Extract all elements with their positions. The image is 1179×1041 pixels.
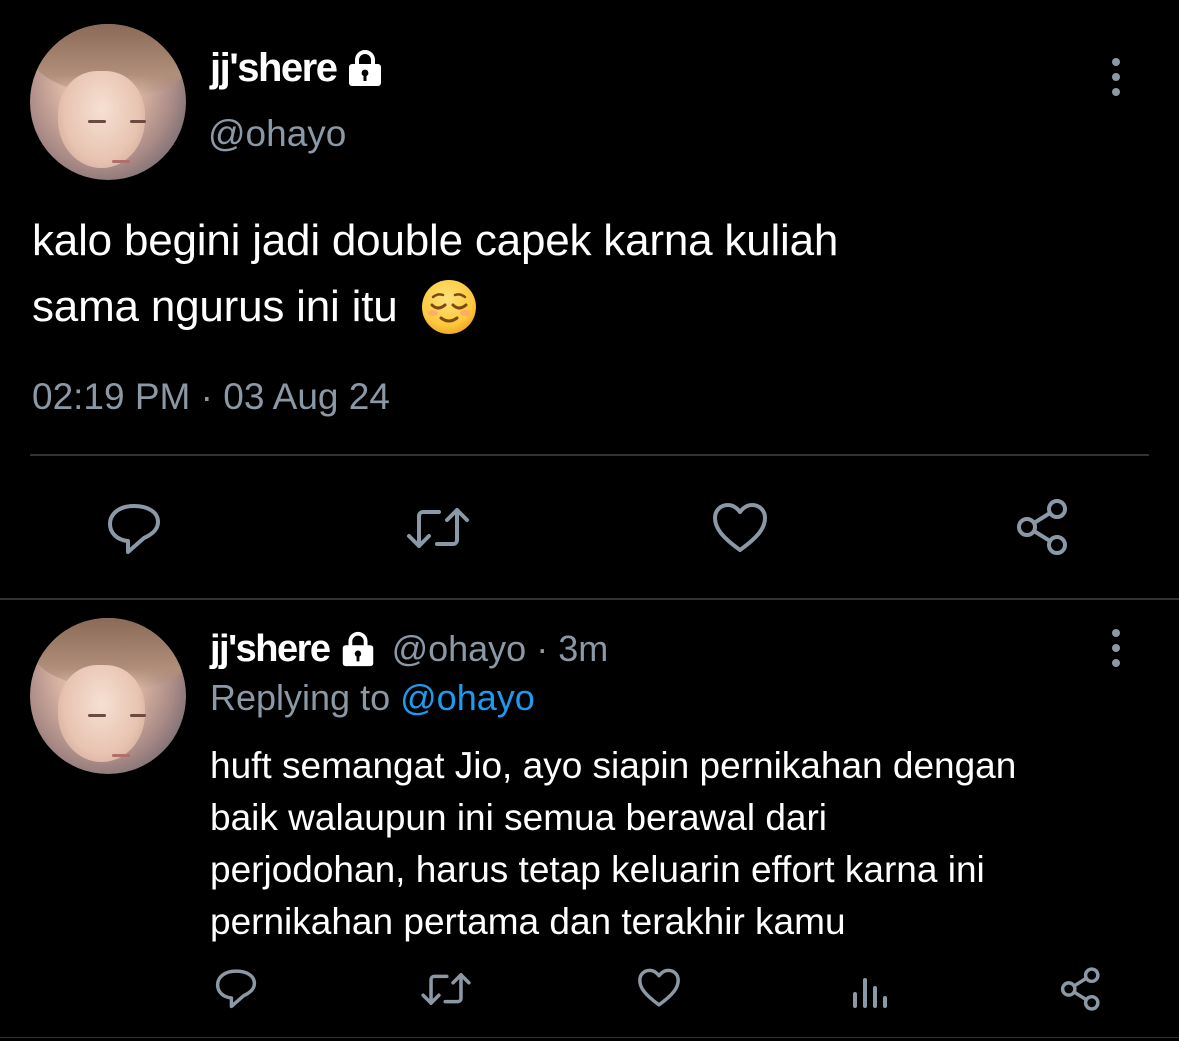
relieved-face-icon: [420, 278, 478, 336]
reply-header-row[interactable]: jj'shere @ohayo · 3m: [210, 626, 608, 672]
bottom-divider: [0, 1037, 1179, 1038]
like-icon[interactable]: [710, 500, 770, 556]
avatar-eye-right: [130, 120, 146, 123]
reply-text-line: huft semangat Jio, ayo siapin pernikahan…: [210, 745, 1017, 786]
user-handle[interactable]: @ohayo: [208, 112, 346, 156]
replying-to-label: Replying to: [210, 677, 391, 718]
display-name: jj'shere: [210, 46, 338, 90]
reply-avatar[interactable]: [30, 618, 186, 774]
tweet-timestamp[interactable]: 02:19 PM · 03 Aug 24: [32, 375, 390, 419]
avatar-eye-left: [88, 120, 106, 123]
user-name-row[interactable]: jj'shere: [210, 44, 386, 92]
avatar-mouth: [112, 160, 130, 163]
like-icon[interactable]: [636, 966, 682, 1010]
reply-text: huft semangat Jio, ayo siapin pernikahan…: [210, 740, 1016, 948]
reply-display-name: jj'shere: [210, 628, 331, 670]
tweet-text-line1: kalo begini jadi double capek karna kuli…: [32, 216, 839, 265]
avatar-eye-right: [130, 714, 146, 717]
reply-time: 3m: [558, 628, 609, 669]
reply-text-line: pernikahan pertama dan terakhir kamu: [210, 901, 846, 942]
reply-icon[interactable]: [213, 966, 259, 1010]
reply-icon[interactable]: [104, 500, 164, 556]
avatar-eye-left: [88, 714, 106, 717]
avatar-mouth: [112, 754, 130, 757]
share-icon[interactable]: [1058, 966, 1104, 1012]
divider: [30, 454, 1149, 456]
avatar[interactable]: [30, 24, 186, 180]
reply-text-line: baik walaupun ini semua berawal dari: [210, 797, 828, 838]
lock-icon: [344, 47, 386, 89]
replying-to-link[interactable]: @ohayo: [400, 677, 535, 718]
tweet-text-line2: sama ngurus ini itu: [32, 278, 838, 336]
reply-more-vertical-icon[interactable]: [1104, 629, 1128, 669]
reply-text-line: perjodohan, harus tetap keluarin effort …: [210, 849, 985, 890]
section-divider: [0, 598, 1179, 600]
replying-to: Replying to @ohayo: [210, 676, 535, 720]
tweet-text: kalo begini jadi double capek karna kuli…: [32, 213, 838, 336]
analytics-icon[interactable]: [851, 970, 889, 1010]
share-icon[interactable]: [1013, 498, 1073, 556]
more-vertical-icon[interactable]: [1104, 58, 1128, 98]
retweet-icon[interactable]: [420, 968, 472, 1010]
retweet-icon[interactable]: [405, 502, 471, 554]
reply-separator: ·: [536, 628, 549, 669]
lock-icon: [338, 629, 378, 669]
reply-handle: @ohayo: [391, 628, 527, 669]
tweet-text-line2-text: sama ngurus ini itu: [32, 282, 398, 331]
